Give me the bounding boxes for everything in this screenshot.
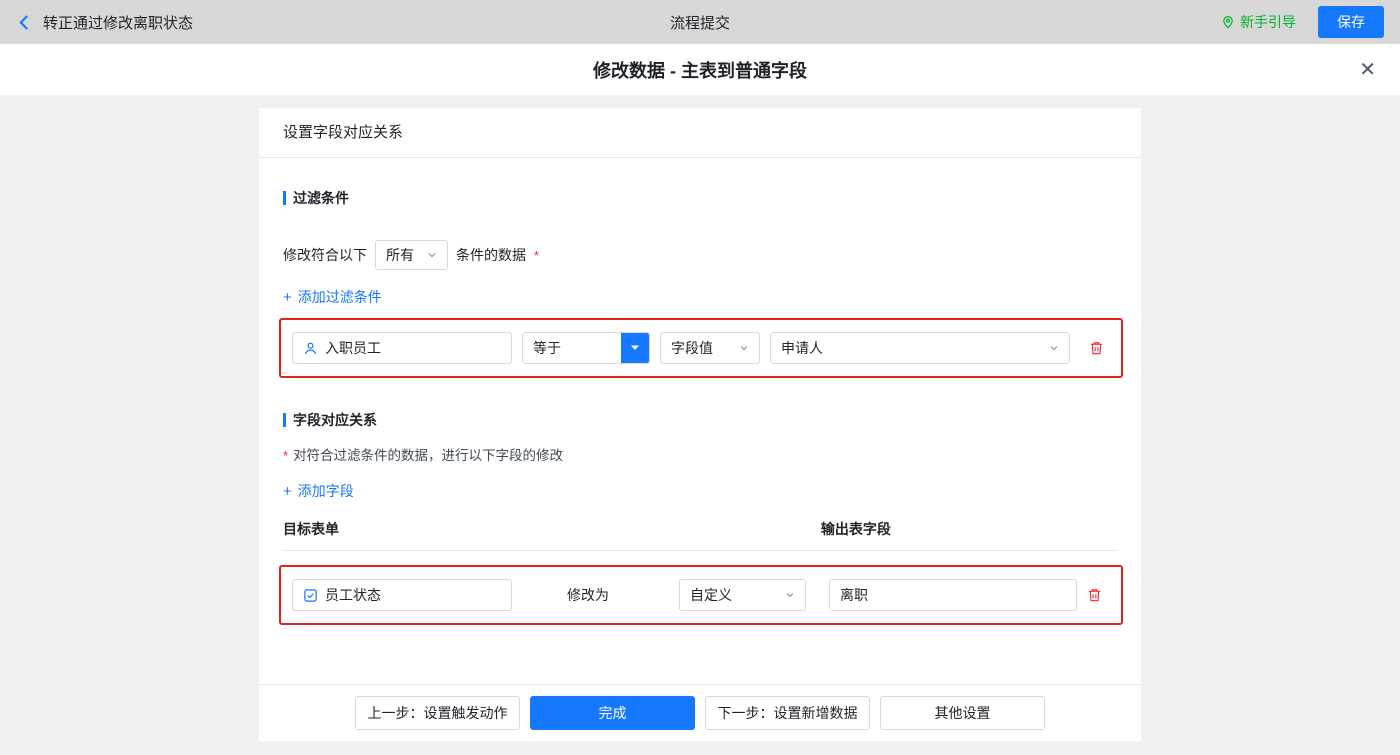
person-icon bbox=[303, 341, 318, 356]
mapping-description-text: 对符合过滤条件的数据，进行以下字段的修改 bbox=[293, 448, 564, 463]
filter-field-input[interactable]: 入职员工 bbox=[292, 332, 512, 364]
filter-condition-line: 修改符合以下 所有 条件的数据 * bbox=[283, 240, 1117, 270]
plus-icon: + bbox=[283, 288, 292, 306]
mapping-description: * 对符合过滤条件的数据，进行以下字段的修改 bbox=[283, 444, 1117, 464]
card-header-title: 设置字段对应关系 bbox=[259, 108, 1141, 158]
target-field-input[interactable]: 员工状态 bbox=[292, 579, 512, 611]
back-icon[interactable] bbox=[16, 14, 33, 31]
delete-filter-icon[interactable] bbox=[1089, 340, 1110, 356]
operator-value: 等于 bbox=[533, 340, 561, 356]
value-type-select[interactable]: 字段值 bbox=[660, 332, 760, 364]
compare-value: 申请人 bbox=[781, 340, 823, 356]
match-type-select[interactable]: 所有 bbox=[375, 240, 448, 270]
required-asterisk: * bbox=[283, 448, 289, 463]
flow-title: 转正通过修改离职状态 bbox=[43, 14, 194, 32]
other-settings-button[interactable]: 其他设置 bbox=[880, 696, 1045, 730]
add-field-label: 添加字段 bbox=[297, 483, 354, 499]
chevron-down-icon bbox=[427, 250, 437, 260]
modify-to-label: 修改为 bbox=[567, 587, 609, 603]
topbar: 转正通过修改离职状态 流程提交 新手引导 保存 bbox=[0, 0, 1400, 44]
mode-select[interactable]: 自定义 bbox=[679, 579, 806, 611]
modal-header: 修改数据 - 主表到普通字段 ✕ bbox=[0, 44, 1400, 95]
guide-label: 新手引导 bbox=[1240, 14, 1296, 30]
cond-prefix-text: 修改符合以下 bbox=[283, 247, 367, 263]
mapping-column-headers: 目标表单 输出表字段 bbox=[283, 519, 1117, 551]
mode-value: 自定义 bbox=[690, 587, 732, 603]
mapping-section-label: 字段对应关系 bbox=[293, 412, 377, 428]
field-mapping-row: 员工状态 修改为 自定义 离职 bbox=[279, 565, 1123, 625]
delete-mapping-icon[interactable] bbox=[1087, 587, 1110, 603]
close-icon[interactable]: ✕ bbox=[1359, 60, 1376, 80]
topbar-center-title: 流程提交 bbox=[669, 14, 731, 32]
operator-select[interactable]: 等于 bbox=[522, 332, 650, 364]
chevron-down-icon-filled[interactable] bbox=[621, 333, 649, 363]
filter-field-value: 入职员工 bbox=[325, 340, 381, 356]
value-type-value: 字段值 bbox=[671, 340, 713, 356]
add-filter-label: 添加过滤条件 bbox=[297, 289, 382, 305]
output-value-input[interactable]: 离职 bbox=[829, 579, 1077, 611]
chevron-down-icon bbox=[785, 590, 795, 600]
prev-step-button[interactable]: 上一步：设置触发动作 bbox=[355, 696, 520, 730]
save-button[interactable]: 保存 bbox=[1318, 6, 1384, 38]
section-accent-bar bbox=[283, 191, 286, 205]
filter-section-title: 过滤条件 bbox=[283, 188, 1117, 208]
chevron-down-icon bbox=[1049, 343, 1059, 353]
config-card: 设置字段对应关系 过滤条件 修改符合以下 所有 条件的数据 * + 添加过滤条件… bbox=[259, 108, 1141, 741]
cond-suffix-text: 条件的数据 bbox=[456, 247, 526, 263]
column-output-field: 输出表字段 bbox=[820, 521, 891, 537]
next-step-button[interactable]: 下一步：设置新增数据 bbox=[705, 696, 870, 730]
filter-section-label: 过滤条件 bbox=[293, 190, 349, 206]
card-footer: 上一步：设置触发动作 完成 下一步：设置新增数据 其他设置 bbox=[259, 684, 1141, 741]
target-field-value: 员工状态 bbox=[325, 587, 381, 603]
chevron-down-icon bbox=[739, 343, 749, 353]
guide-pin-icon bbox=[1221, 14, 1235, 30]
section-accent-bar bbox=[283, 413, 286, 427]
match-type-value: 所有 bbox=[386, 247, 414, 263]
plus-icon: + bbox=[283, 482, 292, 500]
compare-value-select[interactable]: 申请人 bbox=[770, 332, 1070, 364]
mapping-section-title: 字段对应关系 bbox=[283, 410, 1117, 430]
modal-title: 修改数据 - 主表到普通字段 bbox=[593, 60, 807, 81]
add-filter-condition-link[interactable]: + 添加过滤条件 bbox=[283, 287, 382, 307]
filter-condition-row: 入职员工 等于 字段值 申请人 bbox=[279, 318, 1123, 378]
checkbox-icon bbox=[303, 588, 318, 603]
required-asterisk: * bbox=[534, 247, 540, 263]
add-field-link[interactable]: + 添加字段 bbox=[283, 481, 354, 501]
output-value: 离职 bbox=[840, 587, 868, 603]
beginner-guide-link[interactable]: 新手引导 bbox=[1221, 12, 1296, 32]
column-target-form: 目标表单 bbox=[283, 521, 339, 537]
page-background: 设置字段对应关系 过滤条件 修改符合以下 所有 条件的数据 * + 添加过滤条件… bbox=[0, 95, 1400, 755]
done-button[interactable]: 完成 bbox=[530, 696, 695, 730]
